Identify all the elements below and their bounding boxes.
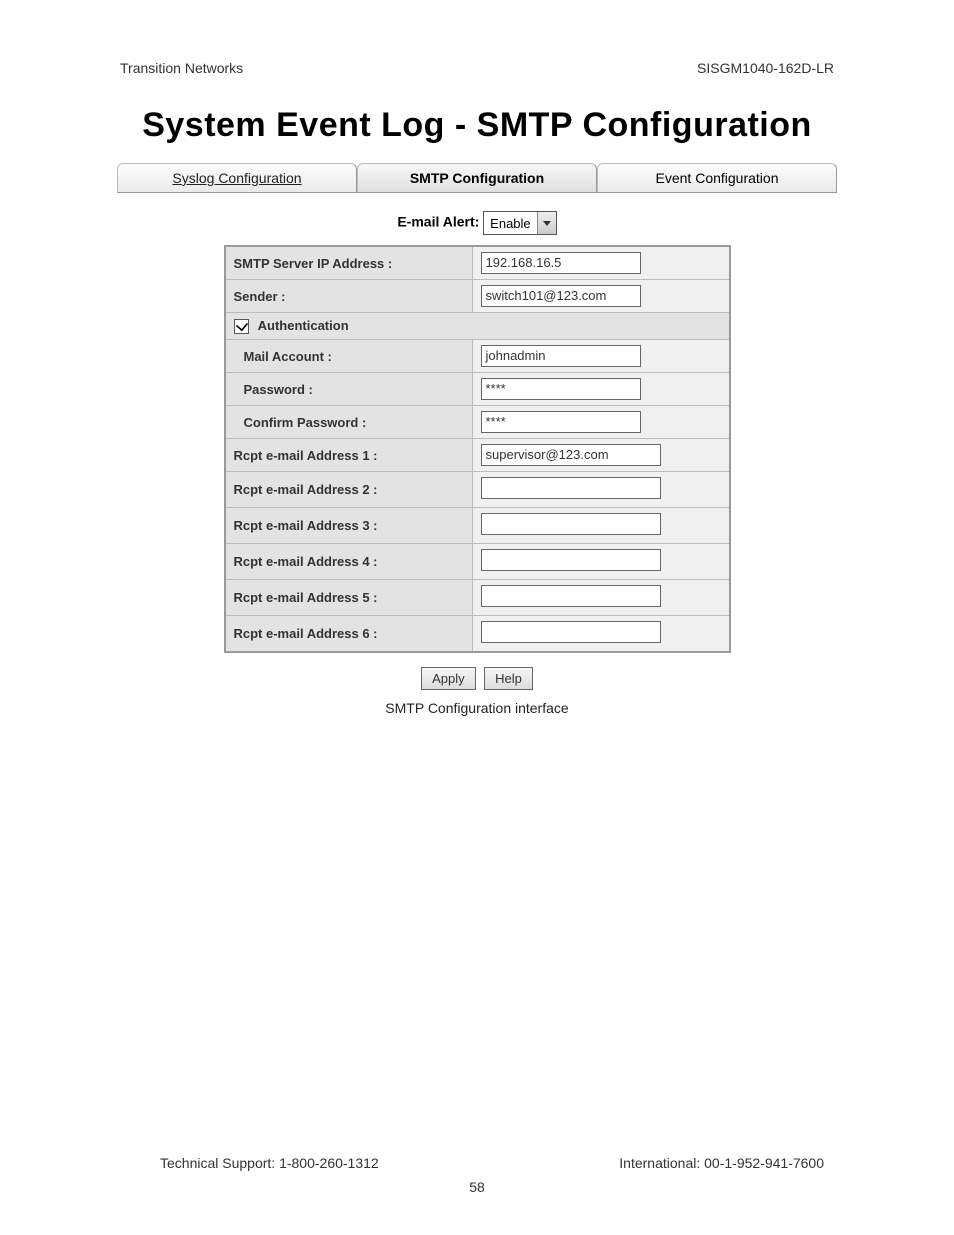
help-button[interactable]: Help (484, 667, 533, 690)
smtp-ip-label: SMTP Server IP Address : (225, 246, 473, 280)
rcpt4-input[interactable] (481, 549, 661, 571)
rcpt5-label: Rcpt e-mail Address 5 : (225, 580, 473, 616)
mail-account-label: Mail Account : (225, 340, 473, 373)
row-rcpt2: Rcpt e-mail Address 2 : (225, 472, 730, 508)
row-rcpt4: Rcpt e-mail Address 4 : (225, 544, 730, 580)
rcpt3-cell (472, 508, 730, 544)
rcpt4-cell (472, 544, 730, 580)
email-alert-select[interactable]: Enable (483, 211, 556, 235)
page-number: 58 (0, 1179, 954, 1195)
footer-tech-support: Technical Support: 1-800-260-1312 (160, 1155, 379, 1171)
page-title: System Event Log - SMTP Configuration (50, 106, 904, 145)
rcpt1-input[interactable]: supervisor@123.com (481, 444, 661, 466)
email-alert-value: Enable (484, 216, 536, 231)
row-mail-account: Mail Account : johnadmin (225, 340, 730, 373)
rcpt4-label: Rcpt e-mail Address 4 : (225, 544, 473, 580)
rcpt5-input[interactable] (481, 585, 661, 607)
confirm-password-cell: **** (472, 406, 730, 439)
rcpt6-cell (472, 616, 730, 653)
chevron-down-icon (537, 212, 556, 234)
email-alert-label: E-mail Alert: (397, 214, 479, 230)
page-header: Transition Networks SISGM1040-162D-LR (120, 60, 834, 76)
page-footer: Technical Support: 1-800-260-1312 Intern… (0, 1155, 954, 1195)
row-confirm-password: Confirm Password : **** (225, 406, 730, 439)
password-cell: **** (472, 373, 730, 406)
smtp-form-table: SMTP Server IP Address : 192.168.16.5 Se… (224, 245, 731, 653)
sender-cell: switch101@123.com (472, 280, 730, 313)
rcpt6-label: Rcpt e-mail Address 6 : (225, 616, 473, 653)
email-alert-row: E-mail Alert: Enable (50, 211, 904, 235)
footer-international: International: 00-1-952-941-7600 (619, 1155, 824, 1171)
row-rcpt1: Rcpt e-mail Address 1 : supervisor@123.c… (225, 439, 730, 472)
rcpt6-input[interactable] (481, 621, 661, 643)
apply-button[interactable]: Apply (421, 667, 476, 690)
rcpt1-label: Rcpt e-mail Address 1 : (225, 439, 473, 472)
smtp-ip-cell: 192.168.16.5 (472, 246, 730, 280)
sender-input[interactable]: switch101@123.com (481, 285, 641, 307)
row-smtp-ip: SMTP Server IP Address : 192.168.16.5 (225, 246, 730, 280)
row-sender: Sender : switch101@123.com (225, 280, 730, 313)
password-input[interactable]: **** (481, 378, 641, 400)
header-right: SISGM1040-162D-LR (697, 60, 834, 76)
button-row: Apply Help (50, 667, 904, 690)
rcpt3-label: Rcpt e-mail Address 3 : (225, 508, 473, 544)
smtp-ip-input[interactable]: 192.168.16.5 (481, 252, 641, 274)
header-left: Transition Networks (120, 60, 243, 76)
sender-label: Sender : (225, 280, 473, 313)
row-password: Password : **** (225, 373, 730, 406)
tab-event[interactable]: Event Configuration (597, 163, 837, 193)
row-rcpt5: Rcpt e-mail Address 5 : (225, 580, 730, 616)
password-label: Password : (225, 373, 473, 406)
auth-checkbox[interactable] (234, 319, 249, 334)
tab-smtp[interactable]: SMTP Configuration (357, 163, 597, 193)
rcpt2-cell (472, 472, 730, 508)
tab-bar: Syslog Configuration SMTP Configuration … (117, 163, 837, 193)
rcpt5-cell (472, 580, 730, 616)
tab-syslog[interactable]: Syslog Configuration (117, 163, 357, 193)
auth-cell: Authentication (225, 313, 730, 340)
row-auth: Authentication (225, 313, 730, 340)
mail-account-cell: johnadmin (472, 340, 730, 373)
rcpt1-cell: supervisor@123.com (472, 439, 730, 472)
auth-label: Authentication (258, 318, 349, 333)
row-rcpt6: Rcpt e-mail Address 6 : (225, 616, 730, 653)
rcpt2-input[interactable] (481, 477, 661, 499)
document-page: Transition Networks SISGM1040-162D-LR Sy… (0, 0, 954, 1235)
row-rcpt3: Rcpt e-mail Address 3 : (225, 508, 730, 544)
confirm-password-label: Confirm Password : (225, 406, 473, 439)
mail-account-input[interactable]: johnadmin (481, 345, 641, 367)
rcpt3-input[interactable] (481, 513, 661, 535)
figure-caption: SMTP Configuration interface (50, 700, 904, 716)
rcpt2-label: Rcpt e-mail Address 2 : (225, 472, 473, 508)
confirm-password-input[interactable]: **** (481, 411, 641, 433)
